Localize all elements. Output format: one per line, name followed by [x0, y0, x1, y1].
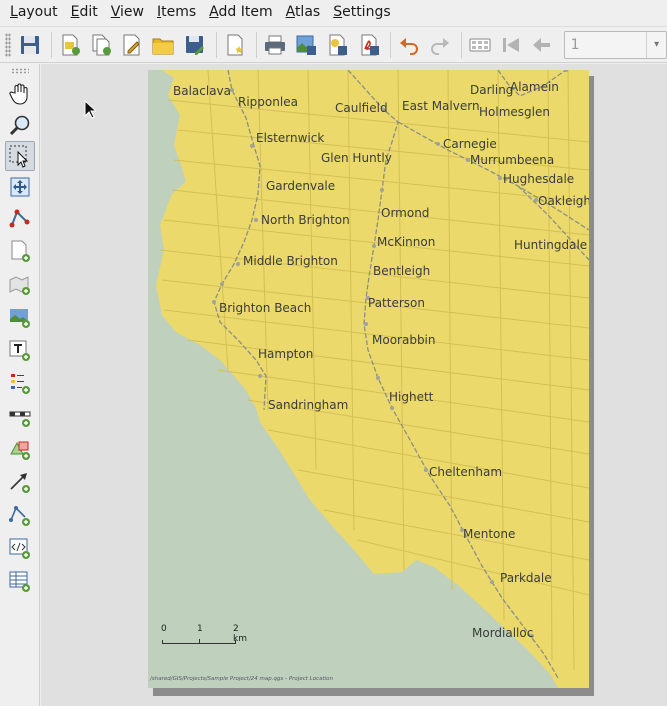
- toolbar-separator: [50, 31, 52, 58]
- scalebar[interactable]: 0 1 2 km: [161, 624, 247, 646]
- layout-page[interactable]: Balaclava Ripponlea Caulfield East Malve…: [148, 70, 589, 688]
- add-node-item-icon[interactable]: [5, 500, 35, 530]
- layout-window: Layout Edit View Items Add Item Atlas Se…: [0, 0, 667, 706]
- place-label: Gardenvale: [266, 179, 336, 193]
- save-icon[interactable]: [16, 30, 44, 60]
- add-label-icon[interactable]: [5, 335, 35, 365]
- open-template-icon[interactable]: [149, 30, 177, 60]
- place-label: Darling: [470, 83, 514, 97]
- menu-atlas[interactable]: Atlas: [280, 0, 328, 25]
- place-label: Ormond: [381, 206, 430, 220]
- add-shape-icon[interactable]: [5, 434, 35, 464]
- menu-add-item[interactable]: Add Item: [203, 0, 279, 25]
- toolbar-grip[interactable]: [11, 68, 29, 74]
- scalebar-label: 0: [161, 624, 167, 634]
- redo-icon[interactable]: [426, 30, 454, 60]
- main-toolbar: 1 ▾: [0, 26, 667, 63]
- place-label: Elsternwick: [256, 131, 325, 145]
- place-label: Parkdale: [500, 571, 552, 585]
- place-label: Sandringham: [268, 398, 349, 412]
- place-label: Caulfield: [335, 101, 388, 115]
- place-label: Mentone: [463, 527, 516, 541]
- menu-settings[interactable]: Settings: [327, 0, 397, 25]
- place-label: Moorabbin: [372, 333, 436, 347]
- save-as-template-icon[interactable]: [181, 30, 209, 60]
- menubar: Layout Edit View Items Add Item Atlas Se…: [0, 0, 667, 25]
- place-label: Balaclava: [173, 84, 232, 98]
- menu-edit[interactable]: Edit: [65, 0, 105, 25]
- place-label: Oakleigh: [538, 194, 589, 208]
- export-image-icon[interactable]: [292, 30, 320, 60]
- place-label: Murrumbeena: [470, 153, 555, 167]
- place-label: Alamein: [510, 80, 559, 94]
- place-label: North Brighton: [261, 213, 350, 227]
- place-label: Hampton: [258, 347, 314, 361]
- add-map-icon[interactable]: [5, 269, 35, 299]
- place-label: Holmesglen: [479, 105, 550, 119]
- project-path-label: /shared/GIS/Projects/Sample Project/24 m…: [150, 676, 333, 682]
- first-feature-icon[interactable]: [497, 30, 525, 60]
- toolbar-separator: [461, 31, 462, 58]
- menu-items[interactable]: Items: [151, 0, 203, 25]
- layout-canvas[interactable]: Balaclava Ripponlea Caulfield East Malve…: [41, 64, 667, 706]
- atlas-page-value: 1: [570, 36, 580, 53]
- chevron-down-icon[interactable]: ▾: [646, 31, 666, 58]
- place-label: Cheltenham: [429, 465, 503, 479]
- place-label: Mordialloc: [472, 626, 534, 640]
- place-label: Carnegie: [443, 137, 497, 151]
- toolbar-separator: [389, 31, 391, 58]
- place-label: Middle Brighton: [243, 254, 338, 268]
- add-attribute-table-icon[interactable]: [5, 566, 35, 596]
- undo-icon[interactable]: [395, 30, 423, 60]
- pan-icon[interactable]: [5, 79, 35, 109]
- place-label: Patterson: [368, 296, 425, 310]
- place-label: Highett: [389, 390, 434, 404]
- add-page-icon[interactable]: [5, 236, 35, 266]
- export-svg-icon[interactable]: [323, 30, 351, 60]
- menu-view[interactable]: View: [105, 0, 151, 25]
- scalebar-label: 1: [197, 624, 203, 634]
- previous-feature-icon[interactable]: [528, 30, 556, 60]
- new-report-icon[interactable]: [221, 30, 249, 60]
- add-legend-icon[interactable]: [5, 368, 35, 398]
- mouse-cursor-icon: [84, 100, 96, 119]
- place-label: Huntingdale: [514, 238, 588, 252]
- toolbar-grip[interactable]: [5, 32, 11, 57]
- place-label: East Malvern: [402, 99, 480, 113]
- edit-nodes-icon[interactable]: [5, 203, 35, 233]
- duplicate-layout-icon[interactable]: [87, 30, 115, 60]
- atlas-page-select[interactable]: 1 ▾: [563, 30, 667, 59]
- toolbar-separator: [255, 31, 257, 58]
- add-arrow-icon[interactable]: [5, 467, 35, 497]
- atlas-preview-icon[interactable]: [466, 30, 494, 60]
- item-toolbar: [0, 64, 40, 706]
- place-label: McKinnon: [377, 235, 436, 249]
- add-picture-icon[interactable]: [5, 302, 35, 332]
- toolbar-separator: [215, 31, 217, 58]
- place-label: Bentleigh: [373, 264, 431, 278]
- layout-manager-icon[interactable]: [118, 30, 146, 60]
- place-label: Hughesdale: [503, 172, 575, 186]
- new-layout-icon[interactable]: [56, 30, 84, 60]
- export-pdf-icon[interactable]: [354, 30, 382, 60]
- place-label: Brighton Beach: [219, 301, 312, 315]
- move-content-icon[interactable]: [5, 172, 35, 202]
- place-label: Ripponlea: [238, 95, 298, 109]
- add-html-icon[interactable]: [5, 533, 35, 563]
- select-icon[interactable]: [5, 141, 35, 171]
- zoom-icon[interactable]: [5, 110, 35, 140]
- scalebar-tick: [199, 639, 200, 644]
- print-icon[interactable]: [261, 30, 289, 60]
- place-label: Glen Huntly: [321, 151, 392, 165]
- menu-layout[interactable]: Layout: [4, 0, 65, 25]
- add-scalebar-icon[interactable]: [5, 401, 35, 431]
